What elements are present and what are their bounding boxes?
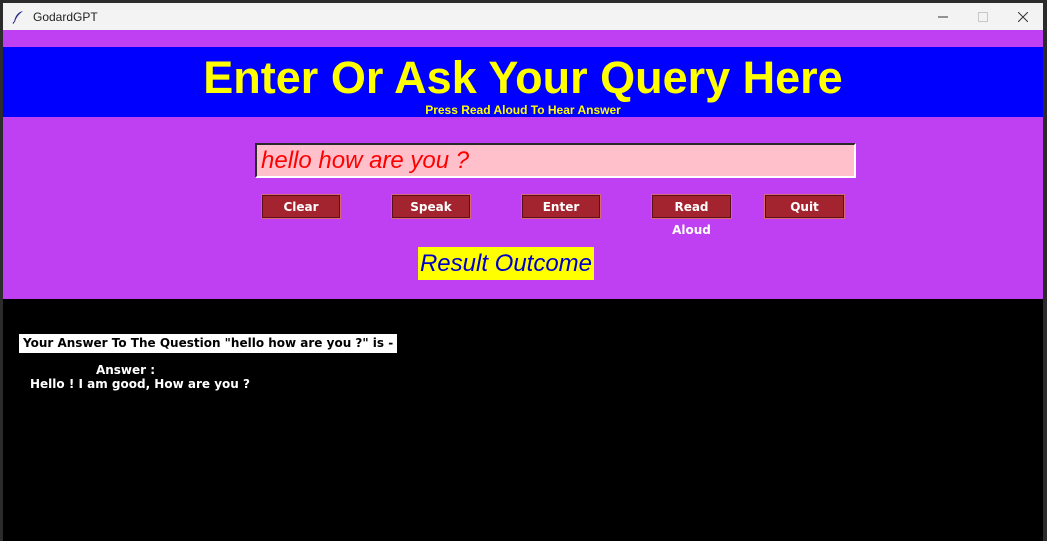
maximize-icon[interactable] bbox=[963, 3, 1003, 30]
clear-button[interactable]: Clear bbox=[261, 194, 341, 219]
page-subtitle: Press Read Aloud To Hear Answer bbox=[425, 103, 621, 117]
page-title: Enter Or Ask Your Query Here bbox=[203, 52, 843, 103]
query-input[interactable] bbox=[255, 143, 856, 178]
answer-text: Hello ! I am good, How are you ? bbox=[30, 377, 250, 391]
answer-heading: Answer : bbox=[95, 363, 156, 377]
answer-question-line: Your Answer To The Question "hello how a… bbox=[19, 334, 398, 353]
close-icon[interactable] bbox=[1003, 3, 1043, 30]
window-title: GodardGPT bbox=[33, 9, 98, 24]
feather-icon bbox=[11, 10, 25, 24]
header-banner: Enter Or Ask Your Query Here Press Read … bbox=[3, 47, 1043, 117]
speak-button[interactable]: Speak bbox=[391, 194, 471, 219]
title-bar[interactable]: GodardGPT bbox=[3, 3, 1043, 30]
top-purple-strip bbox=[3, 30, 1043, 47]
app-window: GodardGPT Enter Or Ask Your Query Here P… bbox=[3, 3, 1043, 541]
quit-button[interactable]: Quit bbox=[764, 194, 845, 219]
result-outcome-label: Result Outcome bbox=[418, 247, 594, 280]
enter-button[interactable]: Enter bbox=[521, 194, 601, 219]
minimize-icon[interactable] bbox=[923, 3, 963, 30]
read-aloud-button[interactable]: Read Aloud bbox=[651, 194, 732, 237]
